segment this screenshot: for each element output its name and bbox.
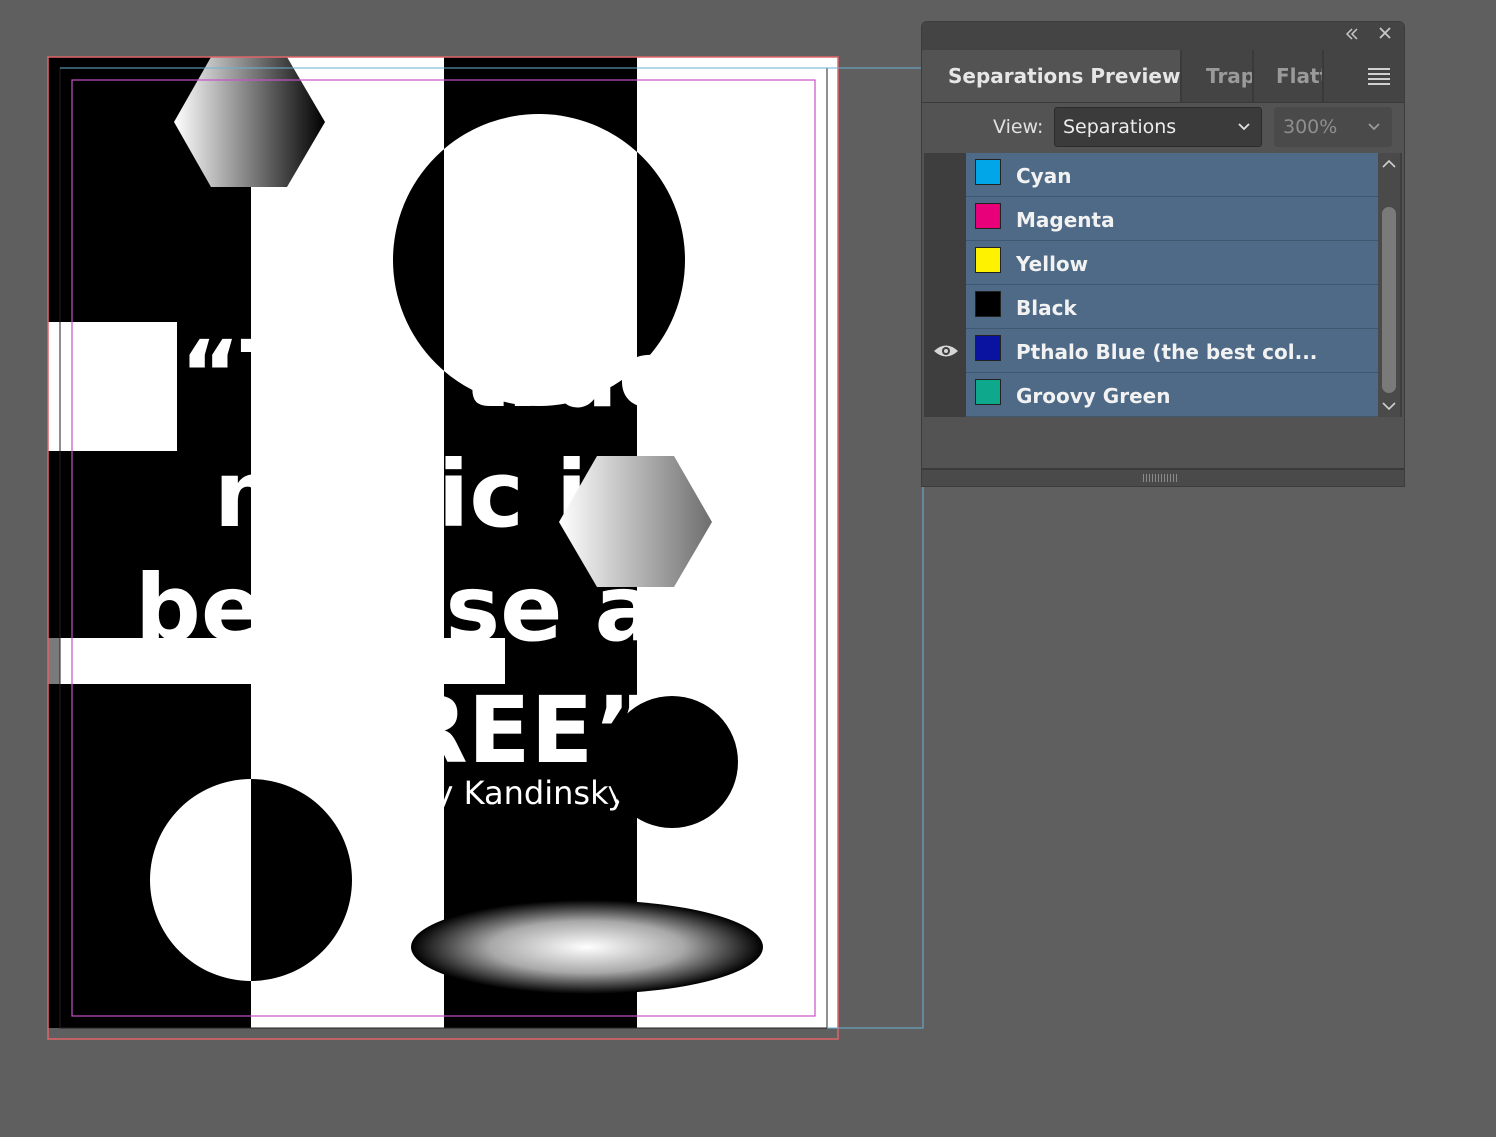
pasteboard-guide-right <box>827 487 924 1029</box>
white-square <box>48 322 177 451</box>
visibility-toggle-black[interactable] <box>924 285 964 328</box>
chevron-down-icon <box>1238 123 1250 131</box>
quote-attribution: — Wassily Kandinsky <box>292 774 626 812</box>
chevron-down-icon[interactable] <box>1382 401 1396 411</box>
color-swatch <box>975 159 1001 185</box>
visibility-toggle-cyan[interactable] <box>924 153 964 196</box>
color-swatch <box>975 247 1001 273</box>
gradient-ellipse <box>411 900 763 994</box>
tab-divider <box>1322 50 1324 102</box>
bleed-strip <box>48 1028 838 1039</box>
panel-resize-bar[interactable] <box>922 468 1404 486</box>
color-swatch <box>975 203 1001 229</box>
color-swatch <box>975 291 1001 317</box>
close-icon[interactable] <box>1375 26 1395 46</box>
chevron-down-icon <box>1368 123 1380 131</box>
color-swatch <box>975 335 1001 361</box>
view-dropdown-value: Separations <box>1063 116 1177 138</box>
visibility-toggle-magenta[interactable] <box>924 197 964 240</box>
zoom-dropdown[interactable]: 300% <box>1274 107 1392 147</box>
quote-line-1: “The true <box>180 321 680 428</box>
separation-row-pthalo-blue[interactable]: Pthalo Blue (the best col... <box>966 329 1378 373</box>
panel-tabs: Separations Preview Trap Flatt <box>922 50 1404 103</box>
quote-line-4: FREE” <box>334 677 654 784</box>
resize-grip-icon[interactable] <box>1143 474 1179 482</box>
separation-row-black[interactable]: Black <box>966 285 1378 329</box>
tab-trap[interactable]: Trap <box>1182 50 1252 102</box>
separation-row-yellow[interactable]: Yellow <box>966 241 1378 285</box>
scrollbar-thumb[interactable] <box>1382 207 1396 393</box>
list-scrollbar[interactable] <box>1378 153 1400 417</box>
quote-line-3: because art is <box>135 555 864 662</box>
separation-label: Pthalo Blue (the best col... <box>1016 340 1318 364</box>
separation-label: Yellow <box>1016 252 1089 276</box>
separation-label: Groovy Green <box>1016 384 1171 408</box>
visibility-toggle-pthalo-blue[interactable] <box>924 329 964 372</box>
separation-row-cyan[interactable]: Cyan <box>966 153 1378 197</box>
double-chevron-left-icon[interactable] <box>1342 26 1362 46</box>
separation-label: Cyan <box>1016 164 1072 188</box>
separation-label: Black <box>1016 296 1077 320</box>
tab-separations-preview[interactable]: Separations Preview <box>922 50 1180 102</box>
view-dropdown[interactable]: Separations <box>1054 107 1262 147</box>
view-label: View: <box>993 116 1044 138</box>
eye-icon <box>934 345 958 357</box>
panel-menu-icon[interactable] <box>1368 68 1390 85</box>
quote-line-2: magic in art <box>214 441 836 548</box>
black-circle-right <box>606 696 738 828</box>
visibility-toggle-yellow[interactable] <box>924 241 964 284</box>
separations-panel: Separations Preview Trap Flatt View: Sep… <box>921 21 1405 487</box>
separation-row-magenta[interactable]: Magenta <box>966 197 1378 241</box>
visibility-toggle-groovy-green[interactable] <box>924 373 964 416</box>
separation-label: Magenta <box>1016 208 1115 232</box>
separations-list[interactable]: Cyan Magenta Yellow Black Pthalo Blue (t… <box>924 153 1402 417</box>
separation-row-groovy-green[interactable]: Groovy Green <box>966 373 1378 417</box>
zoom-dropdown-value: 300% <box>1283 116 1338 138</box>
panel-titlebar[interactable] <box>922 22 1404 50</box>
color-swatch <box>975 379 1001 405</box>
grey-notch <box>48 638 60 684</box>
tab-flattener[interactable]: Flatt <box>1254 50 1322 102</box>
chevron-up-icon[interactable] <box>1382 159 1396 169</box>
